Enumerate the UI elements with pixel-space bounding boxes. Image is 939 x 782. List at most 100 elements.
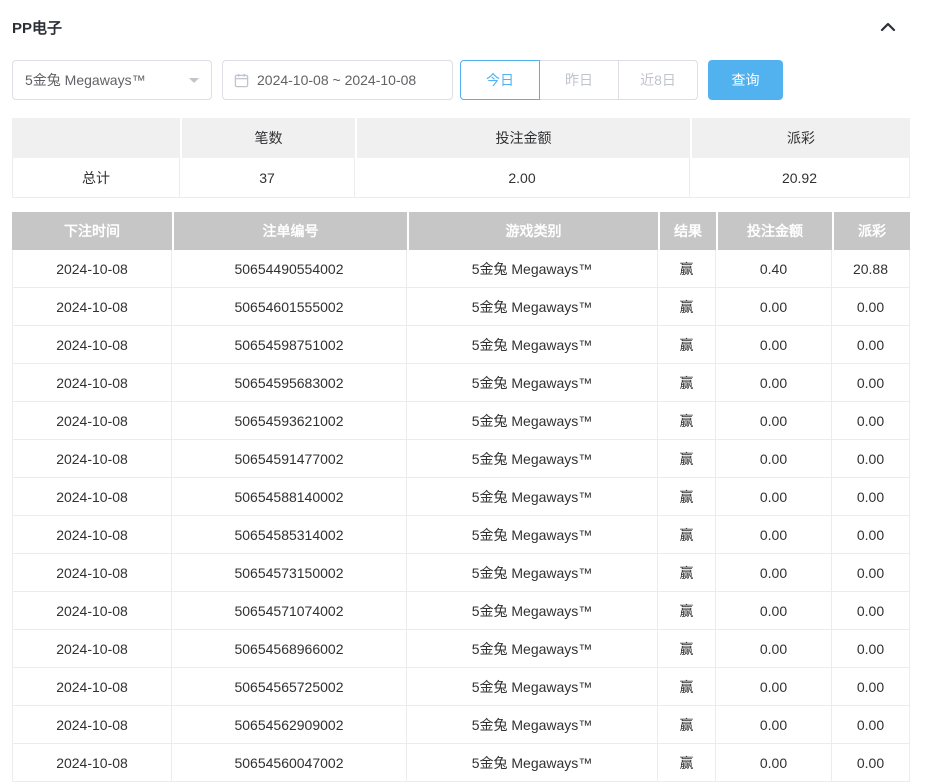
bet-time-cell: 2024-10-08 [12,288,172,326]
bet-id-cell: 50654571074002 [172,592,407,630]
summary-total-bet-amount: 2.00 [355,158,690,198]
payout-cell: 20.88 [832,250,910,288]
summary-total-payout: 20.92 [690,158,910,198]
table-row: 2024-10-08506545657250025金兔 Megaways™赢0.… [12,668,910,706]
panel-title: PP电子 [12,17,62,38]
bet-id-cell: 50654601555002 [172,288,407,326]
bet-amount-cell: 0.00 [716,516,832,554]
yesterday-button[interactable]: 昨日 [539,60,619,100]
bet-amount-cell: 0.00 [716,592,832,630]
payout-cell: 0.00 [832,364,910,402]
payout-cell: 0.00 [832,744,910,782]
header-bet-amount: 投注金额 [716,212,832,250]
bet-table-body: 2024-10-08506544905540025金兔 Megaways™赢0.… [12,250,910,782]
bet-id-cell: 50654585314002 [172,516,407,554]
result-cell: 赢 [658,478,716,516]
bet-amount-cell: 0.00 [716,478,832,516]
result-cell: 赢 [658,554,716,592]
game-type-cell: 5金兔 Megaways™ [407,630,658,668]
payout-cell: 0.00 [832,288,910,326]
game-type-cell: 5金兔 Megaways™ [407,440,658,478]
bet-time-cell: 2024-10-08 [12,326,172,364]
table-row: 2024-10-08506545987510025金兔 Megaways™赢0.… [12,326,910,364]
result-cell: 赢 [658,706,716,744]
game-type-cell: 5金兔 Megaways™ [407,592,658,630]
table-row: 2024-10-08506545710740025金兔 Megaways™赢0.… [12,592,910,630]
table-row: 2024-10-08506545914770025金兔 Megaways™赢0.… [12,440,910,478]
bet-id-cell: 50654490554002 [172,250,407,288]
bet-time-cell: 2024-10-08 [12,706,172,744]
bet-amount-cell: 0.00 [716,402,832,440]
bet-amount-cell: 0.00 [716,364,832,402]
summary-table: 笔数 投注金额 派彩 总计 37 2.00 20.92 [12,118,910,198]
bet-id-cell: 50654565725002 [172,668,407,706]
table-row: 2024-10-08506546015550025金兔 Megaways™赢0.… [12,288,910,326]
table-row: 2024-10-08506544905540025金兔 Megaways™赢0.… [12,250,910,288]
header-result: 结果 [658,212,716,250]
bet-time-cell: 2024-10-08 [12,592,172,630]
bet-id-cell: 50654591477002 [172,440,407,478]
quick-range-button-group: 今日 昨日 近8日 [460,60,698,100]
payout-cell: 0.00 [832,516,910,554]
summary-header-empty [12,118,180,158]
header-bet-time: 下注时间 [12,212,172,250]
summary-total-row: 总计 37 2.00 20.92 [12,158,910,198]
game-type-cell: 5金兔 Megaways™ [407,288,658,326]
table-row: 2024-10-08506545600470025金兔 Megaways™赢0.… [12,744,910,782]
bet-table-header-row: 下注时间 注单编号 游戏类别 结果 投注金额 派彩 [12,212,910,250]
game-type-cell: 5金兔 Megaways™ [407,744,658,782]
table-row: 2024-10-08506545936210025金兔 Megaways™赢0.… [12,402,910,440]
summary-header-payout: 派彩 [690,118,910,158]
payout-cell: 0.00 [832,592,910,630]
game-type-cell: 5金兔 Megaways™ [407,478,658,516]
result-cell: 赢 [658,592,716,630]
payout-cell: 0.00 [832,554,910,592]
table-row: 2024-10-08506545731500025金兔 Megaways™赢0.… [12,554,910,592]
summary-header-bet-amount: 投注金额 [355,118,690,158]
bet-time-cell: 2024-10-08 [12,250,172,288]
bet-id-cell: 50654562909002 [172,706,407,744]
header-bet-id: 注单编号 [172,212,407,250]
bet-records-table: 下注时间 注单编号 游戏类别 结果 投注金额 派彩 2024-10-085065… [12,212,910,782]
pp-games-panel: PP电子 5金兔 Megaways™ 2024-10-08 ~ 2024-10-… [0,0,910,782]
bet-id-cell: 50654588140002 [172,478,407,516]
payout-cell: 0.00 [832,478,910,516]
payout-cell: 0.00 [832,668,910,706]
query-button[interactable]: 查询 [708,60,783,100]
payout-cell: 0.00 [832,706,910,744]
collapse-button[interactable] [878,17,898,37]
result-cell: 赢 [658,440,716,478]
game-type-cell: 5金兔 Megaways™ [407,326,658,364]
bet-id-cell: 50654595683002 [172,364,407,402]
result-cell: 赢 [658,668,716,706]
payout-cell: 0.00 [832,630,910,668]
bet-time-cell: 2024-10-08 [12,668,172,706]
result-cell: 赢 [658,630,716,668]
game-type-cell: 5金兔 Megaways™ [407,554,658,592]
payout-cell: 0.00 [832,326,910,364]
bet-id-cell: 50654598751002 [172,326,407,364]
game-select[interactable]: 5金兔 Megaways™ [12,60,212,100]
today-button[interactable]: 今日 [460,60,540,100]
date-range-value: 2024-10-08 ~ 2024-10-08 [257,72,416,88]
table-row: 2024-10-08506545689660025金兔 Megaways™赢0.… [12,630,910,668]
header-game-type: 游戏类别 [407,212,658,250]
filter-row: 5金兔 Megaways™ 2024-10-08 ~ 2024-10-08 今日… [12,60,910,100]
bet-amount-cell: 0.00 [716,630,832,668]
bet-amount-cell: 0.00 [716,744,832,782]
bet-time-cell: 2024-10-08 [12,402,172,440]
bet-id-cell: 50654573150002 [172,554,407,592]
bet-time-cell: 2024-10-08 [12,440,172,478]
header-payout: 派彩 [832,212,910,250]
last-8-days-button[interactable]: 近8日 [618,60,698,100]
bet-time-cell: 2024-10-08 [12,744,172,782]
bet-id-cell: 50654560047002 [172,744,407,782]
bet-amount-cell: 0.00 [716,288,832,326]
payout-cell: 0.00 [832,402,910,440]
table-row: 2024-10-08506545853140025金兔 Megaways™赢0.… [12,516,910,554]
summary-header-row: 笔数 投注金额 派彩 [12,118,910,158]
table-row: 2024-10-08506545956830025金兔 Megaways™赢0.… [12,364,910,402]
bet-time-cell: 2024-10-08 [12,516,172,554]
bet-time-cell: 2024-10-08 [12,364,172,402]
date-range-input[interactable]: 2024-10-08 ~ 2024-10-08 [222,60,453,100]
